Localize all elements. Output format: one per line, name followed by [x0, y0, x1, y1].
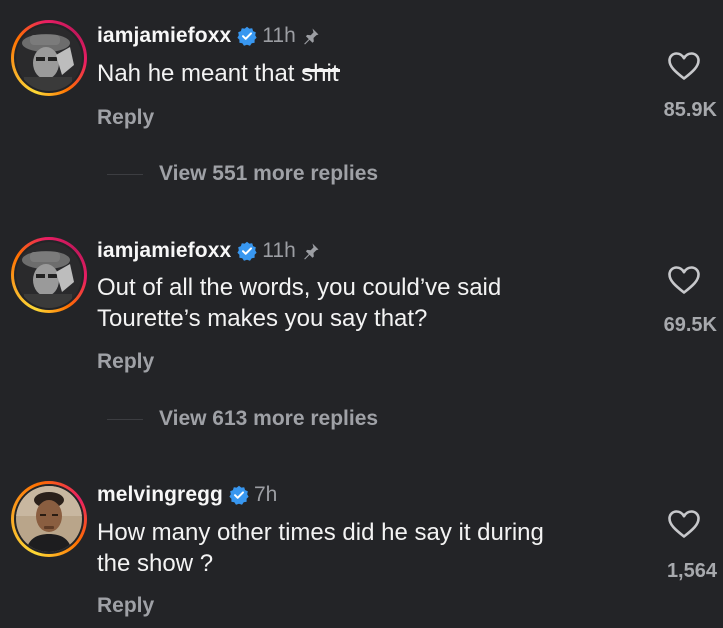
avatar[interactable] [16, 25, 82, 91]
view-replies-button[interactable]: View 613 more replies [107, 407, 378, 431]
username[interactable]: iamjamiefoxx [97, 24, 231, 48]
timestamp: 11h [262, 239, 296, 262]
timestamp: 7h [253, 483, 278, 506]
divider-line [107, 173, 143, 175]
username[interactable]: iamjamiefoxx [97, 239, 231, 263]
divider-line [107, 418, 143, 420]
view-replies-label: View 613 more replies [159, 407, 379, 430]
view-replies-button[interactable]: View 551 more replies [107, 162, 378, 186]
like-count: 1,564 [666, 560, 717, 582]
like-count: 69.5K [663, 314, 717, 336]
heart-icon[interactable] [667, 509, 701, 539]
comment-meta: iamjamiefoxx 11h [97, 22, 320, 50]
reply-button[interactable]: Reply [97, 106, 154, 130]
avatar-photo-icon [16, 242, 82, 308]
comment-text-part: Nah he meant that [97, 60, 302, 87]
avatar-ring[interactable] [11, 20, 87, 96]
avatar-photo-icon [16, 486, 82, 552]
comment-text: Nah he meant that shit [97, 58, 637, 89]
avatar[interactable] [16, 242, 82, 308]
verified-badge-icon [237, 26, 257, 46]
avatar-photo-icon [16, 25, 82, 91]
heart-icon[interactable] [667, 265, 701, 295]
heart-icon[interactable] [667, 51, 701, 81]
comment-text-line: the show ? [97, 550, 214, 577]
reply-button[interactable]: Reply [97, 350, 154, 374]
pin-icon [303, 28, 319, 45]
avatar[interactable] [16, 486, 82, 552]
reply-button[interactable]: Reply [97, 594, 154, 618]
comment-meta: iamjamiefoxx 11h [97, 237, 320, 265]
timestamp: 11h [262, 24, 296, 47]
avatar-ring[interactable] [11, 481, 87, 557]
comment-text: How many other times did he say it durin… [97, 517, 637, 579]
comment-text-line: Out of all the words, you could’ve said [97, 274, 502, 301]
username[interactable]: melvingregg [97, 483, 223, 507]
view-replies-label: View 551 more replies [159, 162, 379, 185]
avatar-ring[interactable] [11, 237, 87, 313]
comment-meta: melvingregg 7h [97, 481, 277, 509]
pin-icon [303, 243, 319, 260]
like-count: 85.9K [663, 99, 717, 121]
censored-word: shit [301, 60, 340, 87]
verified-badge-icon [237, 241, 257, 261]
verified-badge-icon [229, 485, 249, 505]
comment-text: Out of all the words, you could’ve said … [97, 272, 637, 334]
comment-text-line: How many other times did he say it durin… [97, 519, 544, 546]
comment-text-line: Tourette’s makes you say that? [97, 305, 428, 332]
